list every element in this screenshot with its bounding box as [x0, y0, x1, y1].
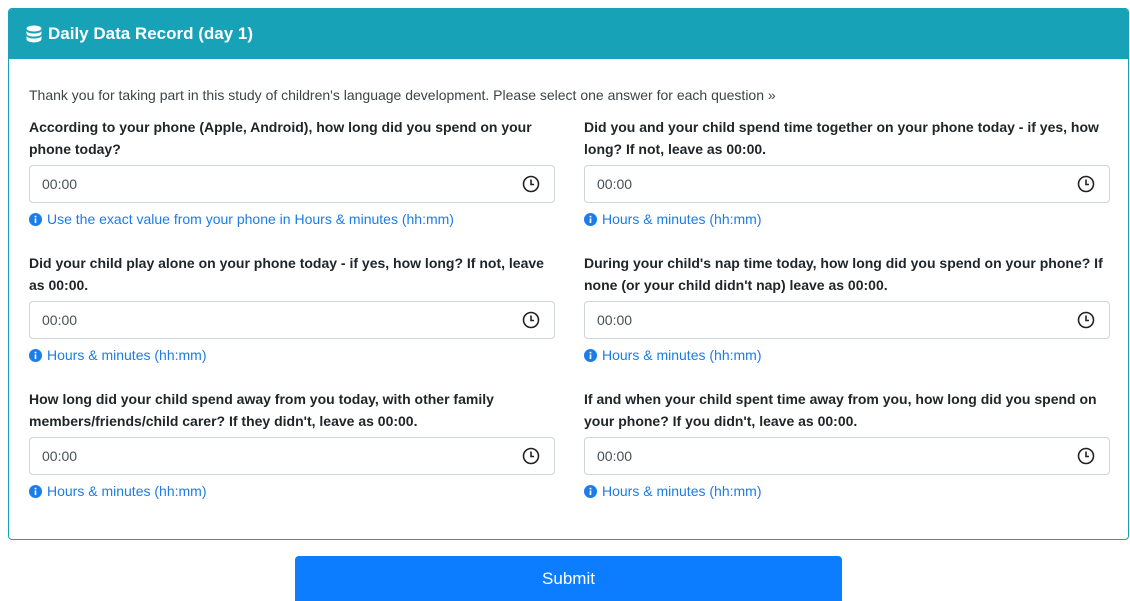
daily-record-card: Daily Data Record (day 1) Thank you for …	[8, 8, 1129, 540]
submit-button[interactable]: Submit	[295, 556, 842, 601]
info-icon	[29, 348, 42, 362]
help-text: Hours & minutes (hh:mm)	[584, 211, 1112, 227]
time-field[interactable]	[29, 165, 555, 203]
help-label: Hours & minutes (hh:mm)	[47, 347, 207, 363]
time-field[interactable]	[584, 301, 1110, 339]
clock-icon[interactable]	[1077, 447, 1095, 465]
card-header: Daily Data Record (day 1)	[9, 9, 1128, 59]
database-icon	[26, 25, 42, 43]
question-3: Did your child play alone on your phone …	[29, 252, 557, 363]
time-input[interactable]	[585, 438, 1055, 474]
help-text: Hours & minutes (hh:mm)	[29, 483, 557, 499]
time-field[interactable]	[584, 437, 1110, 475]
question-1: According to your phone (Apple, Android)…	[29, 116, 557, 227]
help-label: Hours & minutes (hh:mm)	[602, 211, 762, 227]
time-input[interactable]	[585, 166, 1055, 202]
clock-icon[interactable]	[1077, 175, 1095, 193]
clock-icon[interactable]	[522, 175, 540, 193]
info-icon	[584, 348, 597, 362]
clock-icon[interactable]	[1077, 311, 1095, 329]
help-text: Use the exact value from your phone in H…	[29, 211, 557, 227]
info-icon	[29, 212, 42, 226]
question-label: Did you and your child spend time togeth…	[584, 119, 1099, 157]
question-2: Did you and your child spend time togeth…	[584, 116, 1112, 227]
question-label: According to your phone (Apple, Android)…	[29, 119, 532, 157]
question-6: If and when your child spent time away f…	[584, 388, 1112, 499]
question-label: How long did your child spend away from …	[29, 391, 494, 429]
time-field[interactable]	[29, 437, 555, 475]
info-icon	[584, 212, 597, 226]
help-label: Hours & minutes (hh:mm)	[602, 347, 762, 363]
info-icon	[29, 484, 42, 498]
question-label: During your child's nap time today, how …	[584, 255, 1103, 293]
question-label: Did your child play alone on your phone …	[29, 255, 544, 293]
help-text: Hours & minutes (hh:mm)	[584, 483, 1112, 499]
intro-text: Thank you for taking part in this study …	[29, 87, 776, 103]
help-text: Hours & minutes (hh:mm)	[29, 347, 557, 363]
question-label: If and when your child spent time away f…	[584, 391, 1097, 429]
help-label: Use the exact value from your phone in H…	[47, 211, 454, 227]
question-4: During your child's nap time today, how …	[584, 252, 1112, 363]
card-title: Daily Data Record (day 1)	[48, 24, 254, 43]
help-label: Hours & minutes (hh:mm)	[47, 483, 207, 499]
time-input[interactable]	[30, 166, 500, 202]
help-label: Hours & minutes (hh:mm)	[602, 483, 762, 499]
clock-icon[interactable]	[522, 311, 540, 329]
clock-icon[interactable]	[522, 447, 540, 465]
time-input[interactable]	[585, 302, 1055, 338]
help-text: Hours & minutes (hh:mm)	[584, 347, 1112, 363]
time-input[interactable]	[30, 438, 500, 474]
time-input[interactable]	[30, 302, 500, 338]
info-icon	[584, 484, 597, 498]
time-field[interactable]	[584, 165, 1110, 203]
question-5: How long did your child spend away from …	[29, 388, 557, 499]
time-field[interactable]	[29, 301, 555, 339]
